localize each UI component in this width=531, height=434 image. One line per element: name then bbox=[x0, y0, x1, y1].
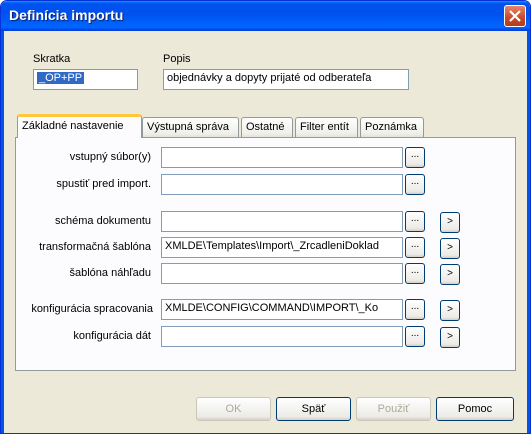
schema-dokumentu-input[interactable] bbox=[161, 211, 403, 232]
vstupny-subor-input[interactable] bbox=[161, 147, 403, 168]
dialog-window: Definícia importu Skratka _OP+PP Popis o… bbox=[0, 0, 531, 434]
konfiguracia-dat-browse-button[interactable]: ... bbox=[405, 326, 425, 347]
schema-dokumentu-browse-button[interactable]: ... bbox=[405, 211, 425, 232]
tab-zakladne-nastavenie[interactable]: Základné nastavenie bbox=[17, 114, 142, 138]
tab-vystupna-sprava[interactable]: Výstupná správa bbox=[142, 117, 239, 137]
tab-filter-entit[interactable]: Filter entít bbox=[295, 117, 358, 137]
konfiguracia-spracovania-input[interactable]: XMLDE\CONFIG\COMMAND\IMPORT\_Ko bbox=[161, 299, 403, 320]
vstupny-subor-browse-button[interactable]: ... bbox=[405, 147, 425, 168]
popis-label: Popis bbox=[163, 53, 191, 65]
schema-dokumentu-label: schéma dokumentu bbox=[55, 215, 151, 227]
vstupny-subor-label: vstupný súbor(y) bbox=[69, 151, 151, 163]
sablona-nahladu-open-button[interactable]: > bbox=[440, 264, 460, 285]
sablona-nahladu-input[interactable] bbox=[161, 263, 403, 284]
sablona-nahladu-label: šablóna náhľadu bbox=[69, 267, 151, 279]
ok-button[interactable]: OK bbox=[196, 397, 271, 421]
konfiguracia-dat-label: konfigurácia dát bbox=[73, 330, 151, 342]
skratka-label: Skratka bbox=[33, 53, 71, 65]
window-frame-left bbox=[1, 31, 4, 433]
konfiguracia-dat-open-button[interactable]: > bbox=[440, 327, 460, 348]
spustit-pred-import-input[interactable] bbox=[161, 174, 403, 195]
title-bar[interactable]: Definícia importu bbox=[1, 1, 530, 31]
transformacna-sablona-input[interactable]: XMLDE\Templates\Import\_ZrcadleniDoklad bbox=[161, 237, 403, 258]
sablona-nahladu-browse-button[interactable]: ... bbox=[405, 263, 425, 284]
pouzit-button[interactable]: Použiť bbox=[356, 397, 431, 421]
spat-button[interactable]: Späť bbox=[276, 397, 351, 421]
close-button[interactable] bbox=[504, 5, 526, 27]
window-title: Definícia importu bbox=[9, 7, 124, 23]
popis-input[interactable]: objednávky a dopyty prijaté od odberateľ… bbox=[163, 69, 409, 90]
spustit-pred-import-label: spustiť pred import. bbox=[56, 178, 151, 190]
transformacna-sablona-open-button[interactable]: > bbox=[440, 238, 460, 259]
transformacna-sablona-label: transformačná šablóna bbox=[39, 241, 151, 253]
pomoc-button[interactable]: Pomoc bbox=[436, 397, 514, 421]
tab-poznamka[interactable]: Poznámka bbox=[360, 117, 424, 137]
tab-ostatne[interactable]: Ostatné bbox=[241, 117, 293, 137]
schema-dokumentu-open-button[interactable]: > bbox=[440, 212, 460, 233]
transformacna-sablona-browse-button[interactable]: ... bbox=[405, 237, 425, 258]
spustit-pred-import-browse-button[interactable]: ... bbox=[405, 174, 425, 195]
konfiguracia-spracovania-label: konfigurácia spracovania bbox=[31, 303, 153, 315]
skratka-input[interactable]: _OP+PP bbox=[33, 69, 138, 90]
konfiguracia-dat-input[interactable] bbox=[161, 326, 403, 347]
window-frame-right bbox=[527, 31, 530, 433]
konfiguracia-spracovania-open-button[interactable]: > bbox=[440, 300, 460, 321]
close-icon bbox=[509, 10, 521, 22]
skratka-value: _OP+PP bbox=[37, 72, 85, 84]
konfiguracia-spracovania-browse-button[interactable]: ... bbox=[405, 299, 425, 320]
